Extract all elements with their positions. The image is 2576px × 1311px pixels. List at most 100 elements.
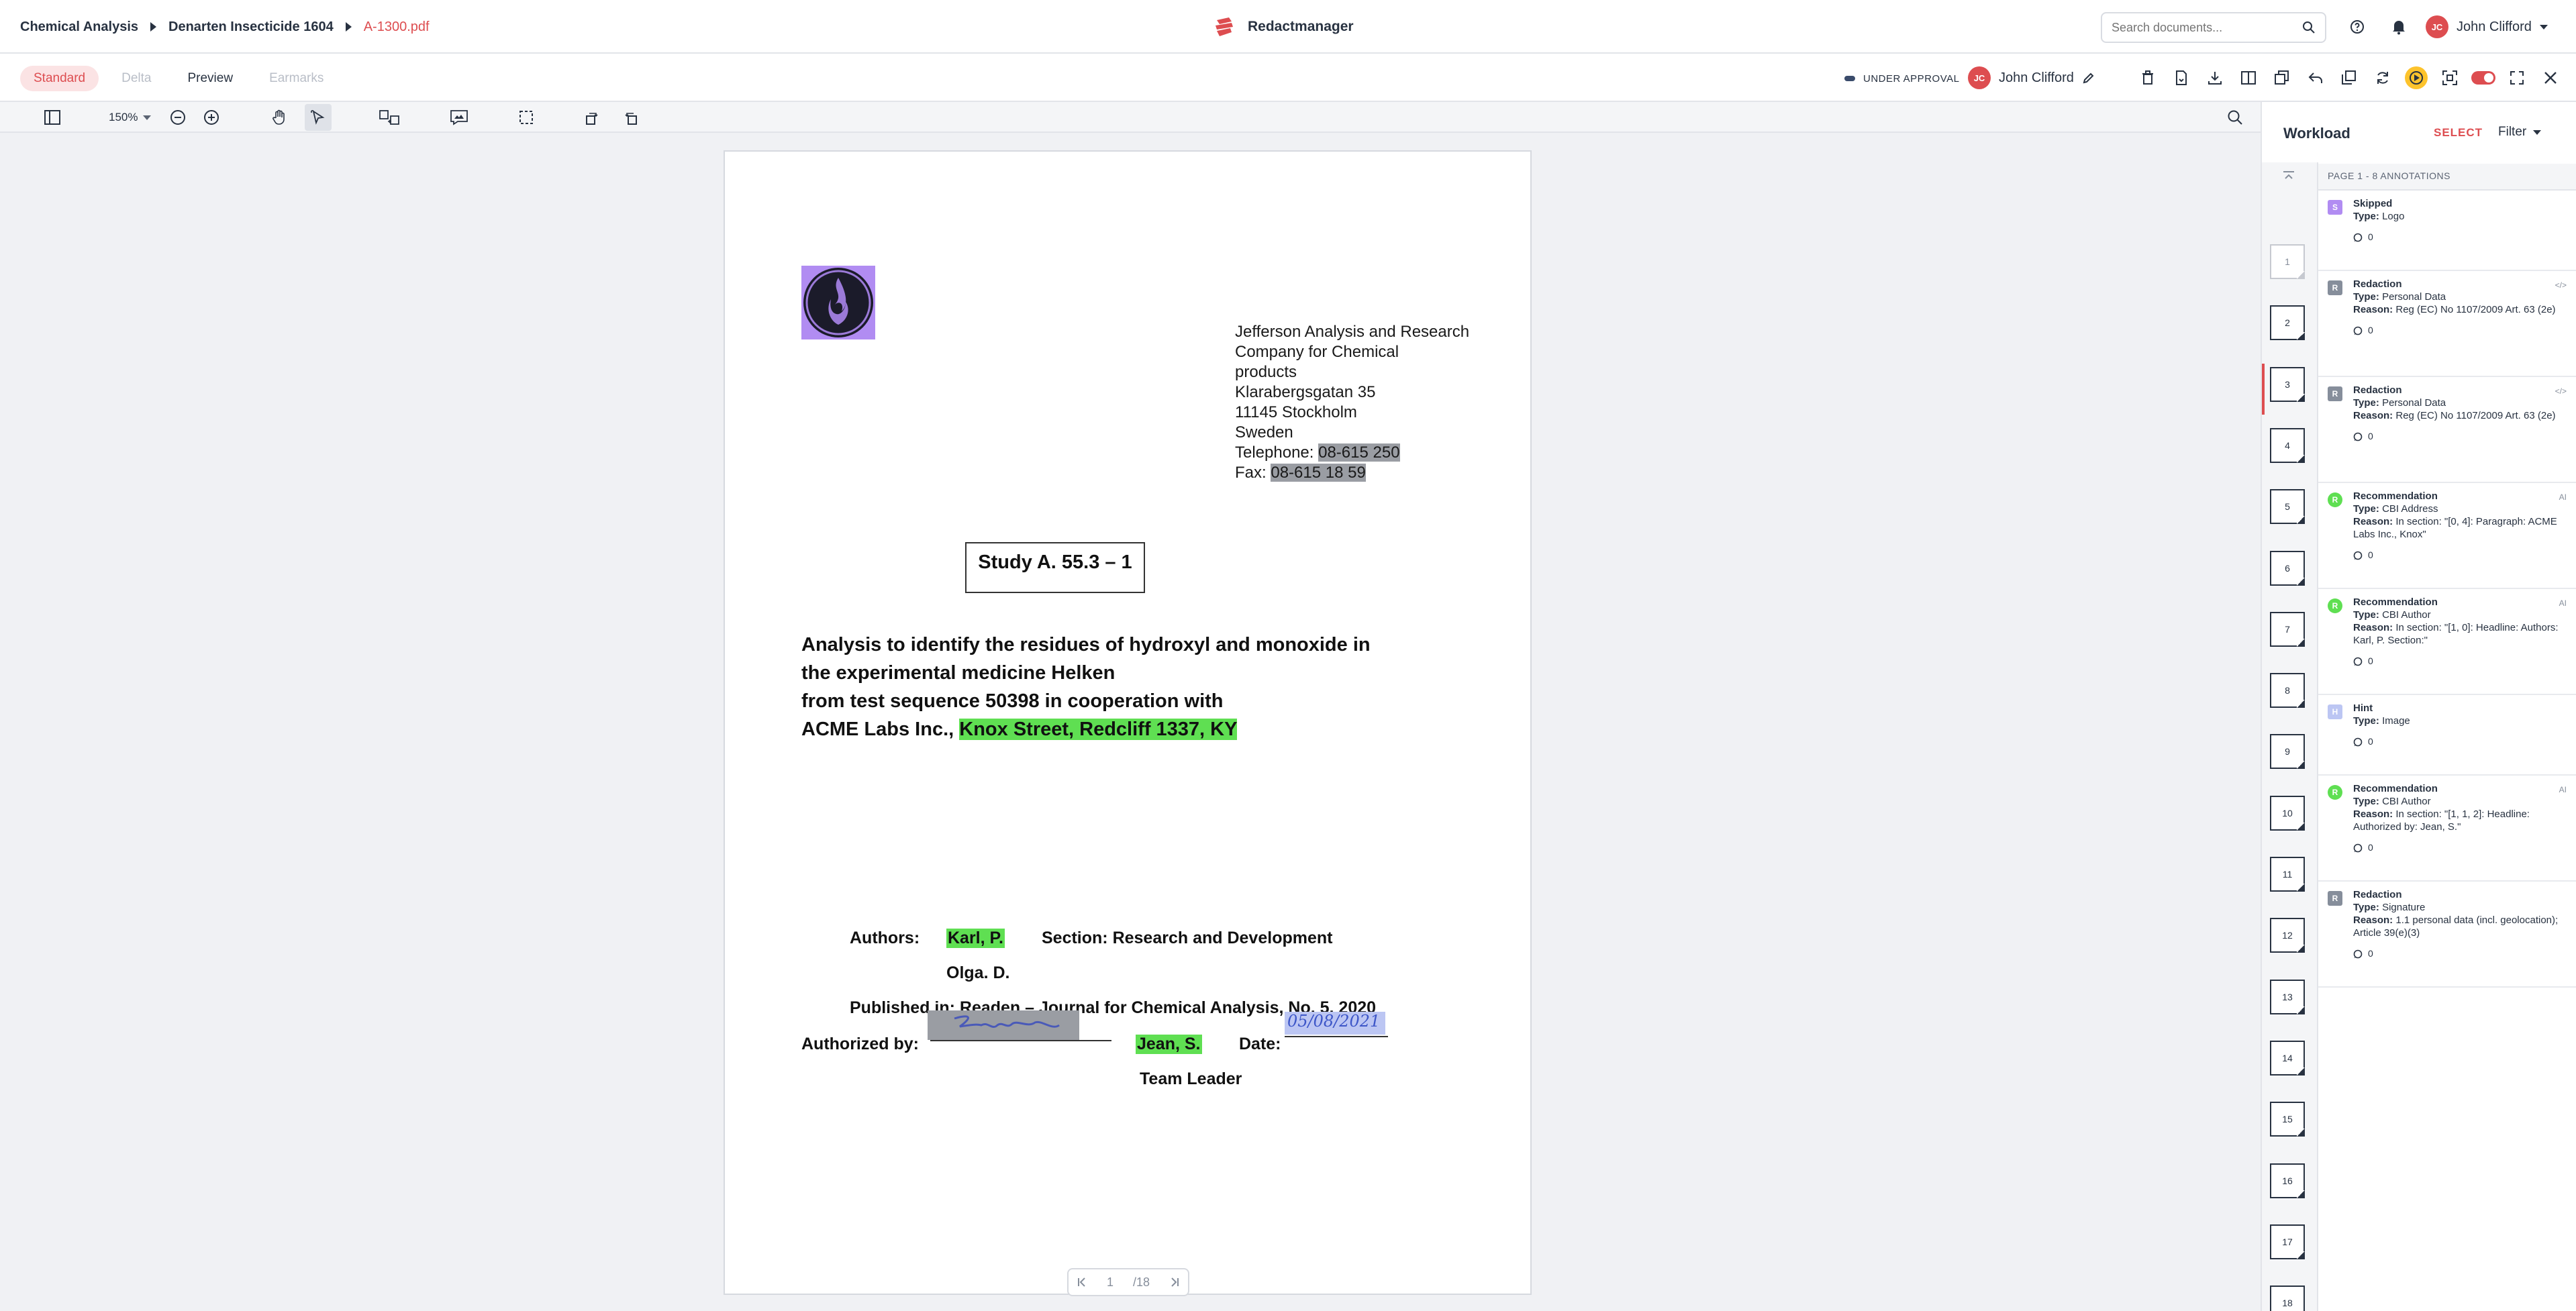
current-page[interactable]: 1 [1107, 1275, 1113, 1290]
page-thumbnail[interactable]: 14 [2270, 1040, 2305, 1076]
compare-tool-button[interactable] [376, 104, 403, 131]
annotation-comments[interactable]: 0 [2353, 655, 2568, 668]
zoom-in-icon[interactable] [203, 109, 219, 125]
reanalyse-button[interactable] [2369, 64, 2396, 91]
process-button[interactable] [2403, 64, 2430, 91]
annotation-type-badge: R [2328, 280, 2342, 295]
breadcrumb-file[interactable]: A-1300.pdf [364, 19, 430, 35]
first-page-icon[interactable] [1077, 1277, 1087, 1288]
edit-assignee-icon[interactable] [2082, 71, 2095, 85]
filter-button[interactable]: Filter [2498, 125, 2542, 140]
annotation-card[interactable]: R AI Recommendation Type: CBI Address Reason… [2318, 483, 2576, 589]
annotation-source-flag: </> [2555, 386, 2567, 396]
annotation-kind: Recommendation [2353, 596, 2438, 608]
page-thumbnail[interactable]: 12 [2270, 918, 2305, 953]
zoom-control: 150% [109, 106, 219, 129]
rotate-right-button[interactable] [617, 104, 644, 131]
annotation-card[interactable]: R </> Redaction Type: Personal Data Reason: … [2318, 377, 2576, 483]
page-thumbnail[interactable]: 7 [2270, 611, 2305, 647]
annotation-card[interactable]: R AI Recommendation Type: CBI Author Reason:… [2318, 589, 2576, 695]
recipient-address: Jefferson Analysis and Research Company … [1235, 322, 1490, 483]
annotation-card[interactable]: S Skipped Type: Logo 0 [2318, 191, 2576, 271]
fullscreen-button[interactable] [2504, 64, 2530, 91]
redaction-toggle[interactable] [2470, 64, 2497, 91]
annotation-comments[interactable]: 0 [2353, 735, 2568, 748]
undo-button[interactable] [2302, 64, 2329, 91]
area-select-button[interactable] [513, 104, 540, 131]
page-thumbnail[interactable]: 11 [2270, 857, 2305, 892]
telephone-redaction[interactable]: 08-615 250 [1318, 443, 1400, 462]
signature-redaction[interactable] [928, 1010, 1079, 1040]
type-label: Type: [2353, 397, 2379, 409]
page-thumbnail[interactable]: 17 [2270, 1224, 2305, 1259]
annotation-comments[interactable]: 0 [2353, 947, 2568, 960]
comment-tool-button[interactable] [446, 104, 473, 131]
annotation-card[interactable]: R Redaction Type: Signature Reason: 1.1 per… [2318, 882, 2576, 988]
mode-preview[interactable]: Preview [174, 66, 246, 91]
document-search-button[interactable] [2222, 104, 2248, 131]
page-thumbnail[interactable]: 2 [2270, 305, 2305, 341]
page-thumbnail[interactable]: 8 [2270, 673, 2305, 709]
cbi-address-recommendation[interactable]: Knox Street, Redcliff 1337, KY [959, 719, 1238, 740]
search-icon[interactable] [2302, 21, 2316, 34]
date-image-hint[interactable]: 05/08/2021 [1285, 1012, 1385, 1035]
pages-button[interactable] [2269, 64, 2295, 91]
annotation-card[interactable]: R </> Redaction Type: Personal Data Reason: … [2318, 271, 2576, 377]
fit-screen-button[interactable] [2436, 64, 2463, 91]
annotation-comments[interactable]: 0 [2353, 324, 2568, 337]
page-thumbnail[interactable]: 16 [2270, 1163, 2305, 1198]
notifications-button[interactable] [2385, 13, 2412, 40]
pdf-page[interactable]: Jefferson Analysis and Research Company … [724, 150, 1532, 1295]
help-button[interactable] [2344, 13, 2371, 40]
page-thumbnail[interactable]: 5 [2270, 489, 2305, 525]
mode-delta[interactable]: Delta [108, 66, 164, 91]
breadcrumb-dossier-template[interactable]: Chemical Analysis [20, 19, 138, 35]
page-thumbnail[interactable]: 15 [2270, 1102, 2305, 1137]
assignee[interactable]: JC John Clifford [1968, 64, 2095, 91]
last-page-icon[interactable] [1169, 1277, 1180, 1288]
page-thumbnail[interactable]: 1 [2270, 244, 2305, 279]
select-button[interactable]: SELECT [2434, 126, 2483, 140]
telephone-line: Telephone: 08-615 250 [1235, 443, 1490, 463]
status-label: UNDER APPROVAL [1863, 72, 1960, 85]
fax-redaction[interactable]: 08-615 18 59 [1271, 464, 1366, 482]
export-button[interactable] [2168, 64, 2195, 91]
select-tool-button[interactable] [305, 104, 332, 131]
annotation-comments[interactable]: 0 [2353, 231, 2568, 244]
app-brand[interactable]: Redactmanager [1211, 0, 1354, 54]
annotation-comments[interactable]: 0 [2353, 430, 2568, 443]
annotation-card[interactable]: H Hint Type: Image 0 [2318, 695, 2576, 776]
collapse-up-icon[interactable] [2282, 170, 2295, 181]
breadcrumb-dossier[interactable]: Denarten Insecticide 1604 [168, 19, 334, 35]
page-thumbnail[interactable]: 18 [2270, 1286, 2305, 1311]
user-menu[interactable]: JC John Clifford [2426, 13, 2548, 40]
mode-standard[interactable]: Standard [20, 66, 99, 91]
page-thumbnail[interactable]: 9 [2270, 734, 2305, 770]
company-logo-skipped[interactable] [801, 266, 875, 339]
author-recommendation[interactable]: Karl, P. [946, 929, 1005, 948]
pan-tool-button[interactable] [266, 104, 293, 131]
annotation-comments[interactable]: 0 [2353, 549, 2568, 562]
chevron-down-icon[interactable] [143, 115, 152, 120]
document-viewer[interactable]: Jefferson Analysis and Research Company … [0, 133, 2261, 1311]
rotate-left-button[interactable] [579, 104, 605, 131]
breadcrumb-separator-icon [345, 22, 352, 32]
search-input[interactable] [2112, 20, 2302, 35]
page-thumbnail[interactable]: 3 [2270, 366, 2305, 402]
zoom-level[interactable]: 150% [109, 111, 138, 124]
compare-button[interactable] [2336, 64, 2363, 91]
authorized-recommendation[interactable]: Jean, S. [1136, 1035, 1202, 1054]
annotation-comments[interactable]: 0 [2353, 841, 2568, 854]
page-thumbnail[interactable]: 6 [2270, 550, 2305, 586]
toggle-sidebar-button[interactable] [39, 104, 66, 131]
close-button[interactable] [2537, 64, 2564, 91]
delete-button[interactable] [2134, 64, 2161, 91]
download-button[interactable] [2201, 64, 2228, 91]
zoom-out-icon[interactable] [170, 109, 186, 125]
split-view-button[interactable] [2235, 64, 2262, 91]
page-thumbnail[interactable]: 10 [2270, 795, 2305, 831]
mode-earmarks[interactable]: Earmarks [256, 66, 337, 91]
page-thumbnail[interactable]: 4 [2270, 427, 2305, 463]
page-thumbnail[interactable]: 13 [2270, 979, 2305, 1014]
annotation-card[interactable]: R AI Recommendation Type: CBI Author Reason:… [2318, 776, 2576, 882]
